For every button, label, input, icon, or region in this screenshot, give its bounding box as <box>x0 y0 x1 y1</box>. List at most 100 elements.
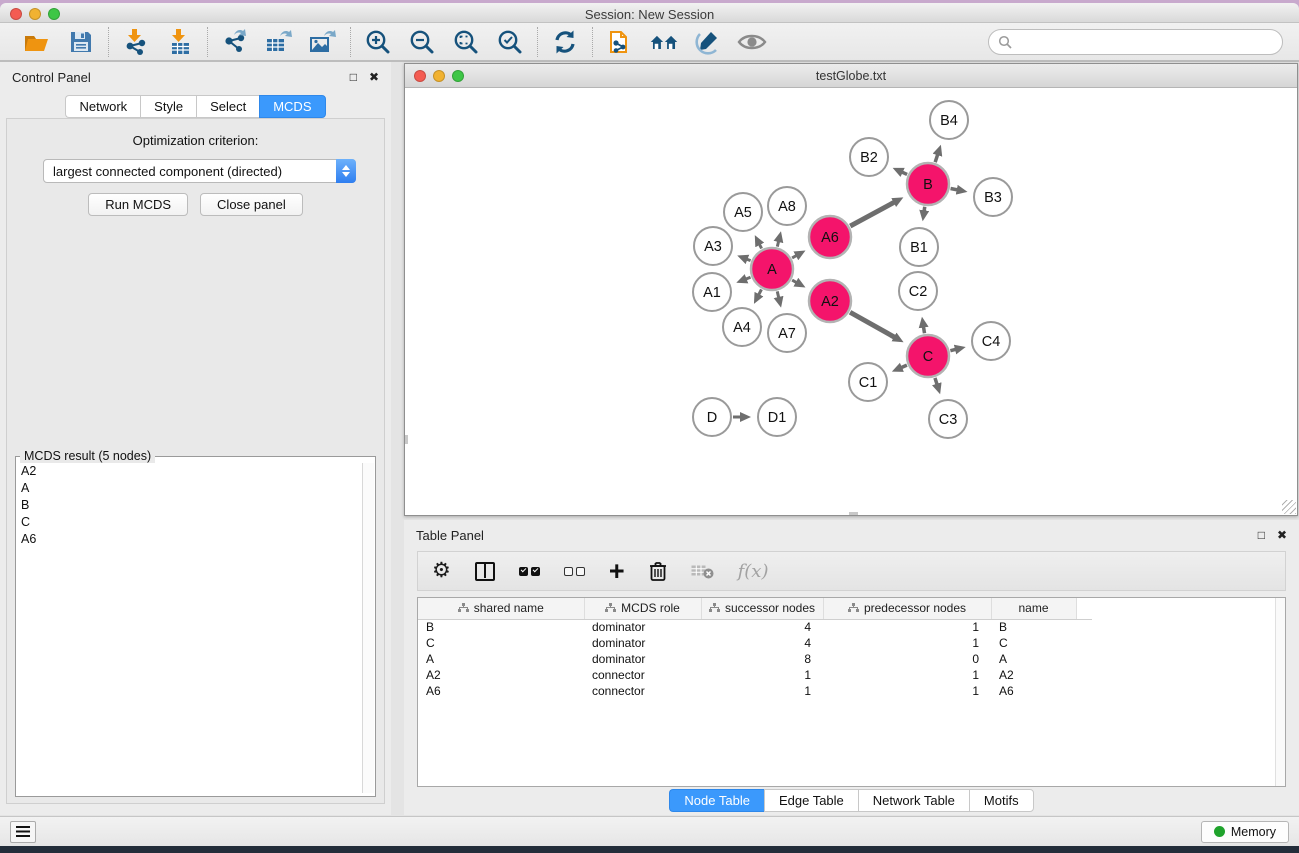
table-cell[interactable]: 1 <box>823 635 991 651</box>
table-cell[interactable]: dominator <box>584 619 701 635</box>
graph-edge-A-A1[interactable] <box>745 277 751 279</box>
table-cell[interactable]: A <box>991 651 1076 667</box>
network-graph[interactable]: B4B2BB3A8A5A6B1A3AA1C2A2A4A7C4CC1C3DD1 <box>405 88 1297 515</box>
tab-mcds[interactable]: MCDS <box>259 95 325 118</box>
table-row[interactable]: Cdominator41C <box>418 635 1092 651</box>
delete-column-button[interactable] <box>649 561 667 582</box>
table-cell[interactable]: dominator <box>584 651 701 667</box>
graph-edge-A6-B[interactable] <box>850 202 895 226</box>
show-columns-button[interactable] <box>475 562 495 581</box>
column-header-name[interactable]: name <box>991 598 1076 619</box>
graph-edge-C-C1[interactable] <box>900 365 907 368</box>
table-cell[interactable]: 1 <box>701 683 823 699</box>
mcds-result-item[interactable]: A2 <box>17 463 363 480</box>
select-stepper-icon[interactable] <box>336 159 356 183</box>
tab-node-table[interactable]: Node Table <box>669 789 764 812</box>
tab-style[interactable]: Style <box>140 95 196 118</box>
mcds-result-item[interactable]: C <box>17 514 363 531</box>
column-header-MCDS-role[interactable]: MCDS role <box>584 598 701 619</box>
graph-edge-A-A8[interactable] <box>777 240 779 247</box>
table-cell[interactable]: dominator <box>584 635 701 651</box>
select-all-button[interactable] <box>519 567 540 576</box>
table-cell[interactable]: connector <box>584 683 701 699</box>
table-cell[interactable]: 4 <box>701 635 823 651</box>
zoom-in-button[interactable] <box>363 27 393 57</box>
import-network-button[interactable] <box>121 27 151 57</box>
close-panel-button[interactable]: Close panel <box>200 193 303 216</box>
table-cell[interactable]: A <box>418 651 584 667</box>
table-cell[interactable]: 4 <box>701 619 823 635</box>
table-cell[interactable]: B <box>418 619 584 635</box>
open-file-button[interactable] <box>22 27 52 57</box>
table-cell[interactable]: 1 <box>823 667 991 683</box>
column-header-predecessor-nodes[interactable]: predecessor nodes <box>823 598 991 619</box>
table-cell[interactable]: A6 <box>418 683 584 699</box>
mcds-result-list[interactable]: A2ABCA6 <box>17 463 363 793</box>
mcds-result-item[interactable]: B <box>17 497 363 514</box>
table-cell[interactable]: 8 <box>701 651 823 667</box>
network-canvas[interactable]: B4B2BB3A8A5A6B1A3AA1C2A2A4A7C4CC1C3DD1 <box>405 88 1297 515</box>
tab-select[interactable]: Select <box>196 95 259 118</box>
task-history-button[interactable] <box>10 821 36 843</box>
delete-table-button[interactable] <box>691 564 714 579</box>
add-column-button[interactable]: + <box>609 560 625 582</box>
table-settings-button[interactable]: ⚙ <box>432 561 451 581</box>
show-hide-graphics-button[interactable] <box>737 27 767 57</box>
table-cell[interactable]: C <box>418 635 584 651</box>
table-cell[interactable]: 1 <box>701 667 823 683</box>
mcds-list-scrollbar[interactable] <box>362 463 374 793</box>
tab-network-table[interactable]: Network Table <box>858 789 969 812</box>
tab-network[interactable]: Network <box>65 95 140 118</box>
import-table-button[interactable] <box>165 27 195 57</box>
memory-button[interactable]: Memory <box>1201 821 1289 843</box>
deselect-all-button[interactable] <box>564 567 585 576</box>
mcds-result-item[interactable]: A <box>17 480 363 497</box>
graph-edge-A-A5[interactable] <box>759 243 762 248</box>
export-table-button[interactable] <box>264 27 294 57</box>
graph-edge-A-A4[interactable] <box>758 289 761 295</box>
table-row[interactable]: Adominator80A <box>418 651 1092 667</box>
table-cell[interactable]: B <box>991 619 1076 635</box>
table-cell[interactable]: A2 <box>991 667 1076 683</box>
search-input[interactable] <box>1017 35 1273 49</box>
run-mcds-button[interactable]: Run MCDS <box>88 193 188 216</box>
close-panel-icon[interactable]: ✖ <box>369 70 379 84</box>
graph-edge-B-B2[interactable] <box>901 172 907 175</box>
table-cell[interactable]: 1 <box>823 683 991 699</box>
mcds-result-item[interactable]: A6 <box>17 531 363 548</box>
save-session-button[interactable] <box>66 27 96 57</box>
table-cell[interactable]: A6 <box>991 683 1076 699</box>
network-window-titlebar[interactable]: testGlobe.txt <box>405 64 1297 88</box>
zoom-out-button[interactable] <box>407 27 437 57</box>
zoom-fit-button[interactable] <box>451 27 481 57</box>
refresh-layout-button[interactable] <box>550 27 580 57</box>
close-panel-icon[interactable]: ✖ <box>1277 528 1287 542</box>
network-from-file-button[interactable] <box>605 27 635 57</box>
table-scrollbar[interactable] <box>1275 598 1285 786</box>
tab-motifs[interactable]: Motifs <box>969 789 1034 812</box>
table-row[interactable]: A6connector11A6 <box>418 683 1092 699</box>
table-row[interactable]: A2connector11A2 <box>418 667 1092 683</box>
graph-edge-A-A3[interactable] <box>746 259 751 261</box>
graph-edge-A-A7[interactable] <box>777 291 779 299</box>
node-table[interactable]: shared nameMCDS rolesuccessor nodesprede… <box>417 597 1286 787</box>
table-cell[interactable]: C <box>991 635 1076 651</box>
window-resize-grip[interactable] <box>1282 500 1296 514</box>
graph-edge-C-C3[interactable] <box>935 378 937 386</box>
table-cell[interactable]: 0 <box>823 651 991 667</box>
graph-edge-B-B4[interactable] <box>935 153 938 162</box>
table-row[interactable]: Bdominator41B <box>418 619 1092 635</box>
column-header-successor-nodes[interactable]: successor nodes <box>701 598 823 619</box>
table-cell[interactable]: connector <box>584 667 701 683</box>
graph-edge-A2-C[interactable] <box>850 312 896 338</box>
float-panel-icon[interactable]: □ <box>350 70 357 84</box>
graph-edge-C-C4[interactable] <box>950 349 957 351</box>
zoom-selected-button[interactable] <box>495 27 525 57</box>
apply-function-button[interactable]: f(x) <box>738 561 769 582</box>
main-titlebar[interactable]: Session: New Session <box>0 3 1299 23</box>
criterion-select[interactable]: largest connected component (directed) <box>43 159 356 183</box>
tab-edge-table[interactable]: Edge Table <box>764 789 858 812</box>
hide-annotations-button[interactable] <box>693 27 723 57</box>
home-button[interactable] <box>649 27 679 57</box>
graph-edge-B-B1[interactable] <box>924 207 925 213</box>
